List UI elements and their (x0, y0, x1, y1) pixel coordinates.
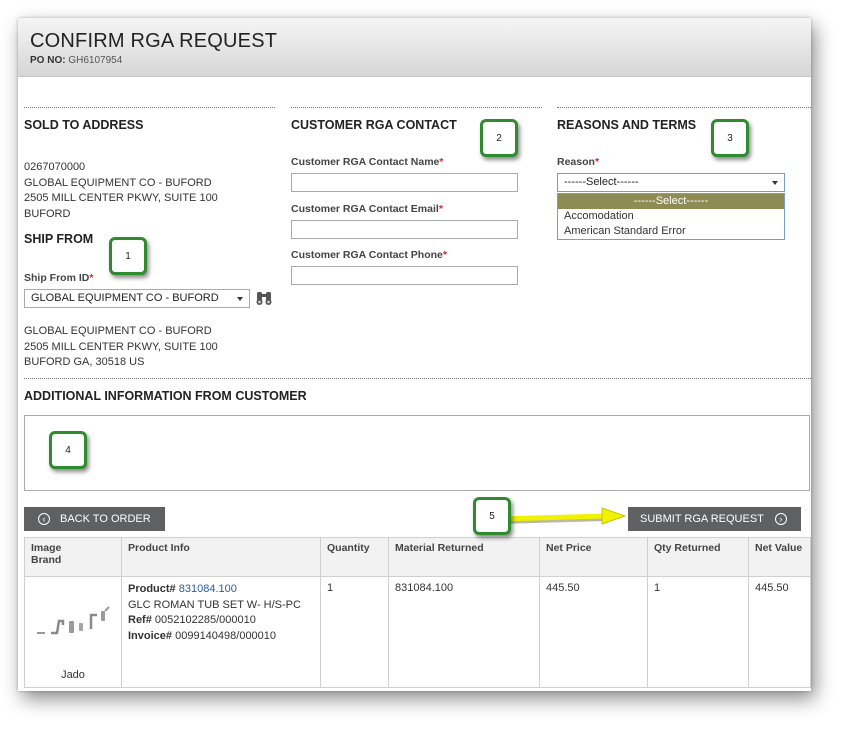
invoice-value: 0099140498/000010 (175, 629, 277, 642)
contact-name-label: Customer RGA Contact Name* (291, 156, 443, 168)
ref-value: 0052102285/000010 (154, 614, 256, 626)
ship-from-selected: GLOBAL EQUIPMENT CO - BUFORD (31, 292, 219, 304)
product-link[interactable]: 831084.100 (179, 583, 237, 595)
col-image-brand: Image Brand (24, 537, 122, 577)
reason-option[interactable]: American Standard Error (558, 224, 784, 239)
callout-arrow (498, 507, 627, 525)
callout-5: 5 (473, 497, 511, 535)
divider (24, 378, 811, 379)
col-product-info: Product Info (121, 537, 321, 577)
label-text: Customer RGA Contact Name (291, 156, 440, 168)
table-header-row: Image Brand Product Info Quantity Materia… (24, 537, 811, 577)
additional-info-title: ADDITIONAL INFORMATION FROM CUSTOMER (24, 389, 307, 403)
address-line: GLOBAL EQUIPMENT CO - BUFORD (24, 325, 212, 337)
address-line: BUFORD GA, 30518 US (24, 356, 145, 368)
ref-label: Ref# (128, 614, 152, 626)
sold-to-title: SOLD TO ADDRESS (24, 118, 144, 132)
additional-info-textarea[interactable] (24, 415, 810, 491)
col-material-returned: Material Returned (388, 537, 540, 577)
address-line: 0267070000 (24, 161, 86, 173)
col-quantity: Quantity (320, 537, 389, 577)
reasons-title: REASONS AND TERMS (557, 118, 697, 132)
binoculars-icon[interactable] (255, 290, 273, 306)
address-line: BUFORD (24, 207, 71, 220)
back-to-order-button[interactable]: ‹ BACK TO ORDER (24, 507, 165, 531)
chevron-left-circle-icon: ‹ (38, 513, 50, 525)
ship-from-select[interactable]: GLOBAL EQUIPMENT CO - BUFORD (24, 289, 250, 308)
address-line: 2505 MILL CENTER PKWY, SUITE 100 (24, 192, 218, 204)
page-title: CONFIRM RGA REQUEST (30, 30, 278, 52)
contact-name-field[interactable] (291, 173, 518, 192)
ref-number: Ref# 0052102285/000010 (128, 613, 314, 629)
net-value-cell: 445.50 (748, 576, 811, 688)
required-mark: * (442, 249, 447, 261)
page-header: CONFIRM RGA REQUEST PO NO: GH6107954 (18, 18, 811, 77)
chevron-right-circle-icon: › (774, 513, 787, 525)
product-number: Product# 831084.100 (128, 582, 314, 598)
label-text: Customer RGA Contact Phone (291, 249, 443, 261)
invoice-number: Invoice# 0099140498/000010 (128, 629, 314, 645)
table-row: Jado Product# 831084.100 GLC ROMAN TUB S… (24, 576, 811, 688)
col-qty-returned: Qty Returned (647, 537, 749, 577)
callout-3: 3 (711, 119, 749, 157)
sold-to-address: 0267070000 GLOBAL EQUIPMENT CO - BUFORD … (24, 160, 218, 222)
product-info-cell: Product# 831084.100 GLC ROMAN TUB SET W-… (121, 576, 321, 688)
callout-1: 1 (109, 237, 147, 275)
required-mark: * (594, 156, 600, 168)
invoice-label: Invoice# (128, 629, 173, 642)
contact-title: CUSTOMER RGA CONTACT (291, 118, 457, 132)
chevron-down-icon (237, 297, 243, 301)
divider (557, 107, 811, 108)
ship-from-id-label: Ship From ID* (24, 272, 93, 284)
required-mark: * (439, 156, 444, 168)
callout-4: 4 (49, 431, 87, 469)
label-text: Customer RGA Contact Email (291, 203, 439, 215)
qty-returned-cell[interactable]: 1 (647, 576, 749, 688)
product-label: Product# (128, 583, 176, 595)
chevron-down-icon (772, 181, 778, 185)
address-line: 2505 MILL CENTER PKWY, SUITE 100 (24, 340, 218, 353)
label-text: Reason (557, 156, 595, 168)
quantity-cell: 1 (320, 576, 389, 688)
label-text: Ship From ID (24, 272, 90, 284)
reason-option[interactable]: Accomodation (558, 209, 784, 224)
return-items-table: Image Brand Product Info Quantity Materia… (24, 537, 811, 688)
header-text: Image (31, 542, 62, 554)
contact-email-label: Customer RGA Contact Email* (291, 203, 443, 215)
contact-phone-field[interactable] (291, 266, 518, 285)
po-label: PO NO: (30, 55, 66, 66)
contact-phone-label: Customer RGA Contact Phone* (291, 249, 447, 261)
callout-2: 2 (480, 119, 518, 157)
product-image (37, 606, 110, 635)
divider (291, 107, 542, 108)
ship-from-title: SHIP FROM (24, 232, 94, 246)
contact-email-field[interactable] (291, 220, 518, 239)
submit-button-label: SUBMIT RGA REQUEST (640, 513, 764, 525)
image-brand-cell: Jado (24, 576, 122, 688)
required-mark: * (438, 203, 443, 215)
net-price-cell: 445.50 (539, 576, 648, 688)
ship-from-address: GLOBAL EQUIPMENT CO - BUFORD 2505 MILL C… (24, 324, 218, 371)
reason-option[interactable]: ------Select------ (558, 194, 784, 209)
col-net-price: Net Price (539, 537, 648, 577)
reason-selected: ------Select------ (564, 176, 639, 188)
col-net-value: Net Value (748, 537, 811, 577)
material-returned-cell: 831084.100 (388, 576, 540, 688)
po-value: GH6107954 (68, 55, 123, 66)
back-button-label: BACK TO ORDER (60, 513, 151, 525)
reason-label: Reason* (557, 156, 599, 168)
reason-select[interactable]: ------Select------ (557, 173, 785, 192)
required-mark: * (89, 272, 94, 284)
header-text: Brand (31, 554, 62, 566)
divider (24, 107, 275, 108)
rga-window: CONFIRM RGA REQUEST PO NO: GH6107954 SOL… (18, 18, 811, 691)
po-number: PO NO: GH6107954 (30, 55, 122, 66)
product-description: GLC ROMAN TUB SET W- H/S-PC (128, 598, 301, 611)
address-line: GLOBAL EQUIPMENT CO - BUFORD (24, 176, 212, 189)
reason-dropdown: ------Select------ Accomodation American… (557, 193, 785, 240)
brand-name: Jado (61, 669, 85, 681)
submit-rga-request-button[interactable]: SUBMIT RGA REQUEST › (628, 507, 801, 531)
